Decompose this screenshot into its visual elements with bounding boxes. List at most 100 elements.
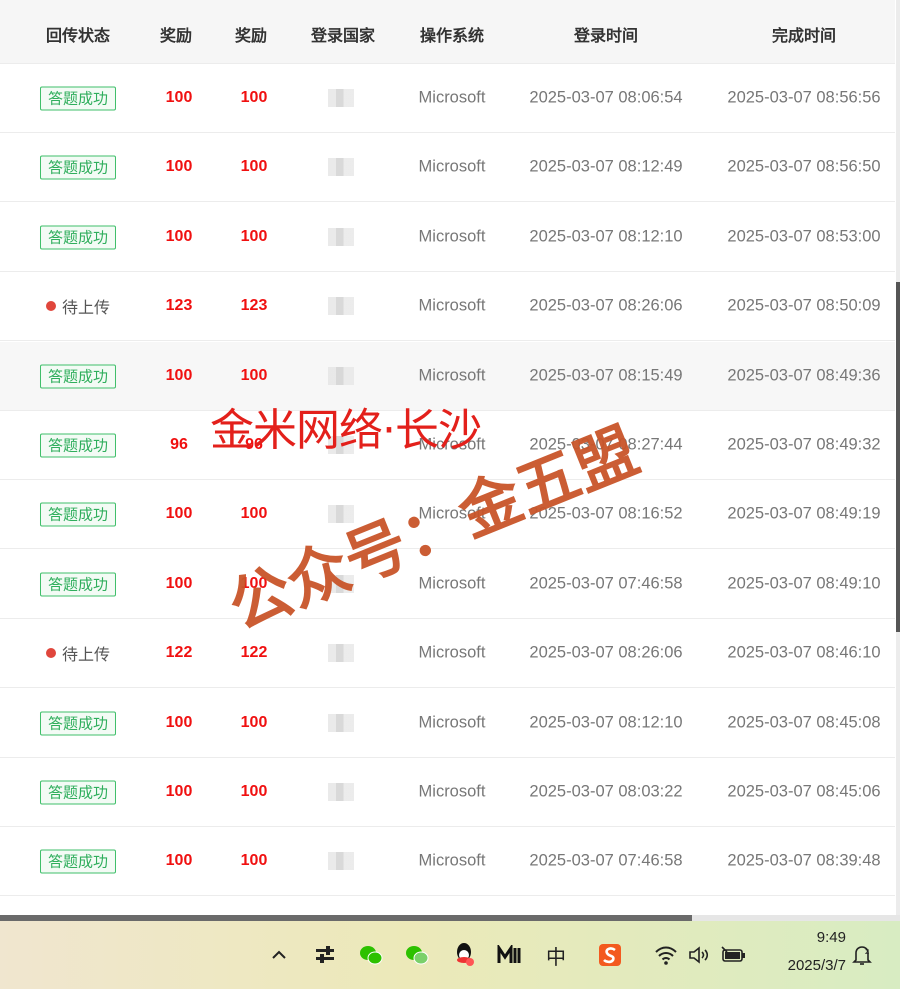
chevron-up-icon[interactable] <box>265 941 293 969</box>
table-row[interactable]: 答题成功 100 100 Microsoft 2025-03-07 08:12:49 20… <box>0 133 895 203</box>
qq-icon[interactable] <box>450 941 478 969</box>
header-finish-time[interactable]: 完成时间 <box>772 22 836 46</box>
status-cell: 答题成功 <box>39 502 117 527</box>
country-flag-icon <box>328 89 354 107</box>
os-cell: Microsoft <box>418 296 486 315</box>
reward-cell: 100 <box>240 227 268 245</box>
reward-cell: 100 <box>165 574 193 592</box>
status-pending: 待上传 <box>45 641 111 665</box>
status-cell: 答题成功 <box>39 572 117 597</box>
reward-cell: 100 <box>240 89 268 106</box>
reward-cell: 100 <box>165 227 193 245</box>
wechat-icon[interactable] <box>357 941 385 969</box>
status-badge: 答题成功 <box>39 225 117 250</box>
header-status[interactable]: 回传状态 <box>46 22 110 46</box>
reward-cell: 100 <box>165 783 193 800</box>
status-cell: 答题成功 <box>39 86 117 111</box>
pending-dot-icon <box>45 301 56 312</box>
header-reward-1[interactable]: 奖励 <box>160 22 192 46</box>
reward-cell: 100 <box>165 366 193 384</box>
status-badge: 答题成功 <box>39 364 117 389</box>
finish-time-cell: 2025-03-07 08:56:50 <box>727 157 881 176</box>
finish-time-cell: 2025-03-07 08:49:36 <box>727 366 881 385</box>
os-cell: Microsoft <box>418 713 486 732</box>
country-flag-icon <box>328 297 354 316</box>
status-cell: 答题成功 <box>39 364 117 389</box>
finish-time-cell: 2025-03-07 08:56:56 <box>727 88 881 107</box>
reward-cell: 100 <box>240 852 268 870</box>
wechat-work-icon[interactable] <box>403 941 431 969</box>
reward-cell: 100 <box>240 505 268 523</box>
status-cell: 答题成功 <box>39 849 117 874</box>
header-os[interactable]: 操作系统 <box>420 22 484 46</box>
table-row[interactable]: 待上传 122 122 Microsoft 2025-03-07 08:26:06 202… <box>0 619 895 689</box>
status-badge: 答题成功 <box>39 86 117 111</box>
m-app-icon[interactable] <box>495 941 523 969</box>
finish-time-cell: 2025-03-07 08:45:08 <box>727 713 881 732</box>
status-pending: 待上传 <box>45 294 111 318</box>
os-cell: Microsoft <box>418 157 486 176</box>
finish-time-cell: 2025-03-07 08:53:00 <box>727 227 881 246</box>
finish-time-cell: 2025-03-07 08:49:19 <box>727 504 881 523</box>
battery-icon[interactable] <box>720 941 748 969</box>
login-time-cell: 2025-03-07 08:12:49 <box>529 157 683 176</box>
table-row[interactable]: 答题成功 100 100 Microsoft 2025-03-07 08:03:22 20… <box>0 758 895 827</box>
os-cell: Microsoft <box>418 574 486 593</box>
svg-text:z: z <box>865 947 869 956</box>
reward-cell: 122 <box>165 644 193 662</box>
finish-time-cell: 2025-03-07 08:49:10 <box>727 574 881 593</box>
wifi-icon[interactable] <box>652 941 680 969</box>
header-reward-2[interactable]: 奖励 <box>235 22 267 46</box>
finish-time-cell: 2025-03-07 08:49:32 <box>727 435 881 454</box>
table-header: 回传状态 奖励 奖励 登录国家 操作系统 登录时间 完成时间 <box>0 0 895 64</box>
volume-icon[interactable] <box>685 941 713 969</box>
finish-time-cell: 2025-03-07 08:46:10 <box>727 643 881 662</box>
sliders-icon[interactable] <box>311 941 339 969</box>
os-cell: Microsoft <box>418 643 486 662</box>
sogou-icon[interactable] <box>596 941 624 969</box>
country-flag-icon <box>328 713 354 732</box>
reward-cell: 123 <box>165 297 193 315</box>
country-flag-icon <box>328 366 354 385</box>
status-label: 待上传 <box>61 298 111 318</box>
status-badge: 答题成功 <box>39 502 117 527</box>
login-time-cell: 2025-03-07 08:12:10 <box>529 713 683 732</box>
pending-dot-icon <box>45 648 56 659</box>
country-flag-icon <box>328 227 354 246</box>
vertical-scrollbar-thumb[interactable] <box>896 282 900 632</box>
table-row[interactable]: 待上传 123 123 Microsoft 2025-03-07 08:26:06 202… <box>0 272 895 342</box>
table-row[interactable]: 答题成功 100 100 Microsoft 2025-03-07 08:06:54 20… <box>0 64 895 133</box>
country-flag-icon <box>328 783 354 801</box>
os-cell: Microsoft <box>418 366 486 385</box>
clock-time[interactable]: 9:49 <box>766 929 846 946</box>
status-badge: 答题成功 <box>39 849 117 874</box>
login-time-cell: 2025-03-07 08:03:22 <box>529 782 683 801</box>
reward-cell: 100 <box>165 505 193 523</box>
status-badge: 答题成功 <box>39 780 117 805</box>
taskbar: 中 9:49 2025/3/7 z <box>0 921 900 989</box>
status-cell: 答题成功 <box>39 225 117 250</box>
table-row[interactable]: 答题成功 100 100 Microsoft 2025-03-07 07:46:58 20… <box>0 827 895 897</box>
status-badge: 答题成功 <box>39 572 117 597</box>
table-row[interactable]: 答题成功 100 100 Microsoft 2025-03-07 08:12:10 20… <box>0 688 895 758</box>
header-login-time[interactable]: 登录时间 <box>574 22 638 46</box>
reward-cell: 100 <box>165 852 193 870</box>
notification-icon[interactable]: z <box>848 941 876 969</box>
reward-cell: 100 <box>240 158 268 176</box>
ime-icon[interactable]: 中 <box>542 941 570 969</box>
header-login-country[interactable]: 登录国家 <box>311 22 375 46</box>
watermark-company: 金米网络·长沙 <box>210 405 482 456</box>
reward-cell: 96 <box>170 436 188 453</box>
table-row[interactable]: 答题成功 100 100 Microsoft 2025-03-07 08:12:10 20… <box>0 202 895 272</box>
status-badge: 答题成功 <box>39 433 117 458</box>
login-time-cell: 2025-03-07 07:46:58 <box>529 574 683 593</box>
status-badge: 答题成功 <box>39 155 117 180</box>
status-label: 待上传 <box>61 645 111 665</box>
finish-time-cell: 2025-03-07 08:39:48 <box>727 851 881 870</box>
status-cell: 答题成功 <box>39 155 117 180</box>
reward-cell: 100 <box>240 366 268 384</box>
country-flag-icon <box>328 158 354 177</box>
clock-date[interactable]: 2025/3/7 <box>766 957 846 974</box>
os-cell: Microsoft <box>418 851 486 870</box>
reward-cell: 100 <box>240 713 268 731</box>
